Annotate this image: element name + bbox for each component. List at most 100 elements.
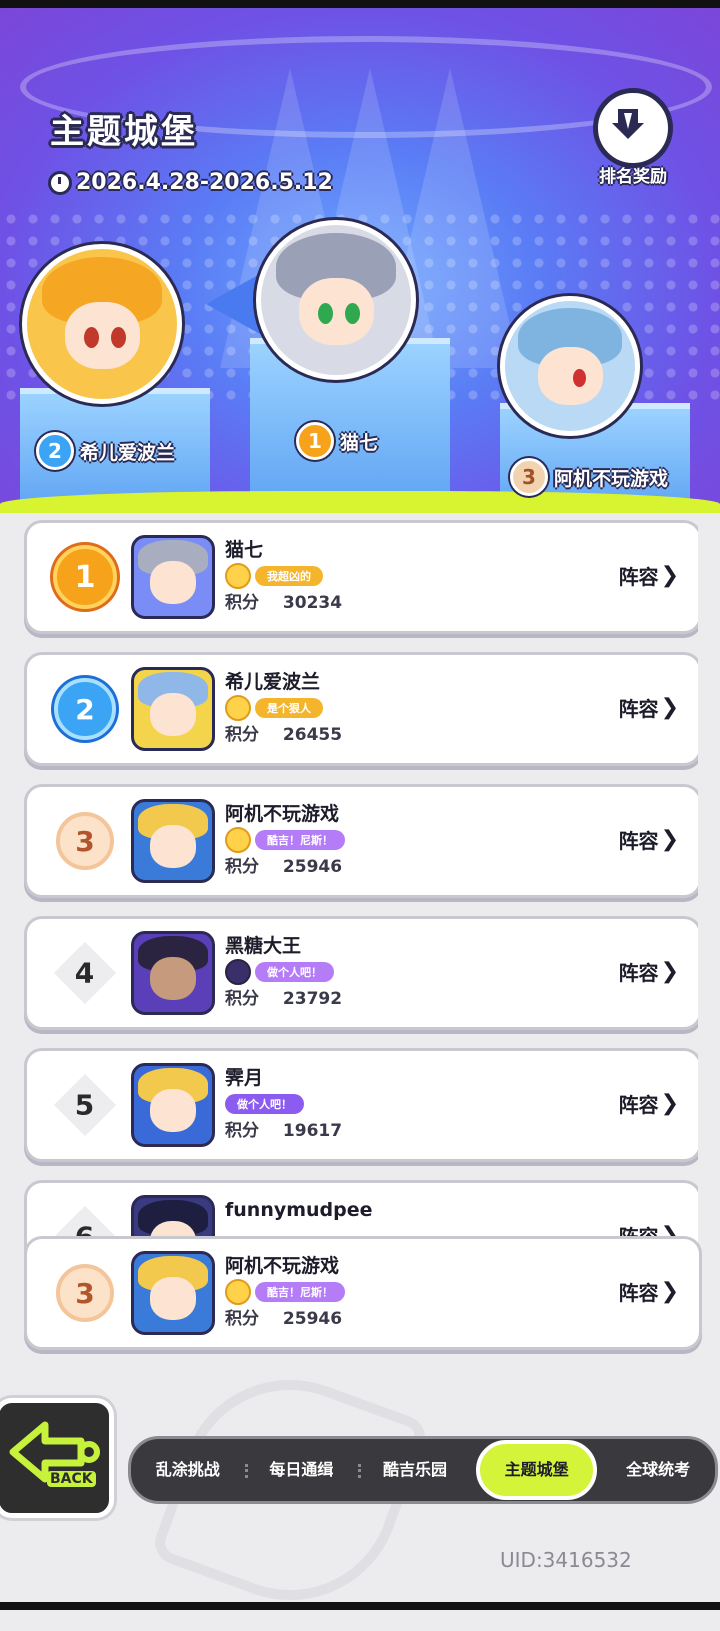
title-label: 做个人吧！ [255, 962, 334, 982]
chevron-right-icon: ❯ [660, 1279, 679, 1304]
score-row: 积分 25946 [225, 853, 345, 881]
rank-number: 5 [75, 1088, 95, 1122]
lineup-button[interactable]: 阵容 ❯ [619, 693, 679, 722]
title-tag: 做个人吧！ [225, 1091, 342, 1117]
rank-slot: 4 [45, 933, 125, 1013]
tab-kuji-park[interactable]: 酷吉乐园 [358, 1442, 472, 1498]
emblem-icon [225, 695, 251, 721]
title-tag: 酷吉！尼斯！ [225, 827, 345, 853]
page-title: 主题城堡 [50, 112, 198, 152]
player-info: 猫七 我超凶的 积分 30234 [225, 537, 342, 617]
rank-medal: 3 [510, 458, 548, 496]
tab-graffiti-challenge[interactable]: 乱涂挑战 [131, 1442, 245, 1498]
avatar[interactable] [131, 799, 215, 883]
ranking-row[interactable]: 4 黑糖大王 做个人吧！ 积分 23792 阵容 ❯ [24, 916, 698, 1030]
rank-medal: 1 [296, 422, 334, 460]
score-label: 积分 [225, 989, 259, 1009]
lineup-button[interactable]: 阵容 ❯ [619, 1089, 679, 1118]
rank-slot: 5 [45, 1065, 125, 1145]
lineup-label: 阵容 [618, 565, 659, 589]
my-ranking-row[interactable]: 3 阿机不玩游戏 酷吉！尼斯！ 积分 25946 阵容 ❯ [24, 1236, 702, 1350]
podium-banner: 主题城堡 2026.4.28-2026.5.12 排名奖励 2 希儿爱波兰 1 … [0, 8, 720, 513]
user-id: UID:3416532 [500, 1548, 632, 1572]
rank-medal: 2 [36, 432, 74, 470]
trophy-icon [593, 88, 673, 168]
back-button[interactable]: BACK [0, 1398, 114, 1518]
ranking-row[interactable]: 2 希儿爱波兰 是个狠人 积分 26455 阵容 ❯ [24, 652, 698, 766]
ranking-reward-button[interactable]: 排名奖励 [588, 88, 678, 188]
player-name: 阿机不玩游戏 [225, 803, 340, 825]
lineup-label: 阵容 [618, 961, 659, 985]
podium-name: 猫七 [340, 431, 379, 454]
tab-daily-wanted[interactable]: 每日通缉 [244, 1442, 359, 1498]
player-name: 霁月 [225, 1067, 264, 1089]
chevron-right-icon: ❯ [660, 1091, 679, 1116]
rank-slot: 3 [45, 801, 125, 881]
ranking-row[interactable]: 5 霁月 做个人吧！ 积分 19617 阵容 ❯ [24, 1048, 698, 1162]
rank-slot: 3 [45, 1253, 125, 1333]
rank-number: 4 [75, 956, 95, 990]
lineup-button[interactable]: 阵容 ❯ [619, 825, 679, 854]
player-info: 阿机不玩游戏 酷吉！尼斯！ 积分 25946 [225, 801, 345, 881]
rank-badge: 3 [56, 812, 114, 870]
score-row: 积分 30234 [225, 589, 342, 617]
emblem-icon [225, 959, 251, 985]
lineup-label: 阵容 [618, 1281, 659, 1305]
player-info: 希儿爱波兰 是个狠人 积分 26455 [225, 669, 342, 749]
system-nav-bar [0, 1602, 720, 1610]
ranking-row[interactable]: 1 猫七 我超凶的 积分 30234 阵容 ❯ [24, 520, 698, 634]
tab-global-exam[interactable]: 全球统考 [601, 1442, 715, 1498]
ranking-row[interactable]: 3 阿机不玩游戏 酷吉！尼斯！ 积分 25946 阵容 ❯ [24, 784, 698, 898]
title-label: 做个人吧！ [225, 1094, 304, 1114]
score-row: 积分 25946 [225, 1305, 345, 1333]
title-label: 我超凶的 [255, 566, 323, 586]
lineup-label: 阵容 [618, 829, 659, 853]
score-value: 30234 [282, 593, 343, 613]
title-label: 酷吉！尼斯！ [255, 830, 345, 850]
rank-slot: 1 [45, 537, 125, 617]
lineup-button[interactable]: 阵容 ❯ [619, 957, 679, 986]
avatar[interactable] [131, 1063, 215, 1147]
podium-avatar-first[interactable] [256, 220, 416, 380]
trophy-icon [225, 827, 251, 853]
podium-avatar-third[interactable] [500, 296, 640, 436]
score-label: 积分 [225, 725, 259, 745]
podium-avatar-second[interactable] [22, 244, 182, 404]
score-label: 积分 [225, 1121, 259, 1141]
score-value: 26455 [282, 725, 343, 745]
avatar[interactable] [131, 1251, 215, 1335]
score-value: 25946 [282, 1309, 343, 1329]
chevron-right-icon: ❯ [660, 695, 679, 720]
score-value: 19617 [282, 1121, 343, 1141]
clock-icon [48, 170, 72, 195]
title-tag: 酷吉！尼斯！ [225, 1279, 345, 1305]
lineup-button[interactable]: 阵容 ❯ [619, 1277, 679, 1306]
player-info: 霁月 做个人吧！ 积分 19617 [225, 1065, 342, 1145]
podium-label-second: 2 希儿爱波兰 [36, 432, 175, 470]
title-tag: 是个狠人 [225, 695, 342, 721]
chevron-right-icon: ❯ [660, 563, 679, 588]
podium-name: 希儿爱波兰 [80, 441, 176, 464]
player-name: 阿机不玩游戏 [225, 1255, 340, 1277]
bottom-tab-bar: 乱涂挑战 每日通缉 酷吉乐园 主题城堡 全球统考 [128, 1436, 718, 1504]
avatar[interactable] [131, 667, 215, 751]
player-info: funnymudpee [225, 1197, 373, 1223]
player-info: 阿机不玩游戏 酷吉！尼斯！ 积分 25946 [225, 1253, 345, 1333]
lineup-button[interactable]: 阵容 ❯ [619, 561, 679, 590]
tab-theme-castle[interactable]: 主题城堡 [475, 1440, 598, 1500]
score-row: 积分 23792 [225, 985, 342, 1013]
back-label: BACK [47, 1471, 96, 1487]
rank-badge: 4 [53, 941, 117, 1005]
avatar[interactable] [131, 535, 215, 619]
ranking-list[interactable]: 1 猫七 我超凶的 积分 30234 阵容 ❯ 2 希儿爱波兰 是个狠人 积分 … [24, 520, 698, 1255]
rank-slot: 2 [45, 669, 125, 749]
score-row: 积分 26455 [225, 721, 342, 749]
podium-name: 阿机不玩游戏 [554, 467, 669, 490]
emblem-icon [225, 563, 251, 589]
lineup-label: 阵容 [618, 697, 659, 721]
date-range: 2026.4.28-2026.5.12 [76, 170, 333, 195]
event-period: 2026.4.28-2026.5.12 [48, 170, 333, 195]
avatar[interactable] [131, 931, 215, 1015]
rank-badge: 5 [53, 1073, 117, 1137]
player-name: 希儿爱波兰 [225, 671, 321, 693]
